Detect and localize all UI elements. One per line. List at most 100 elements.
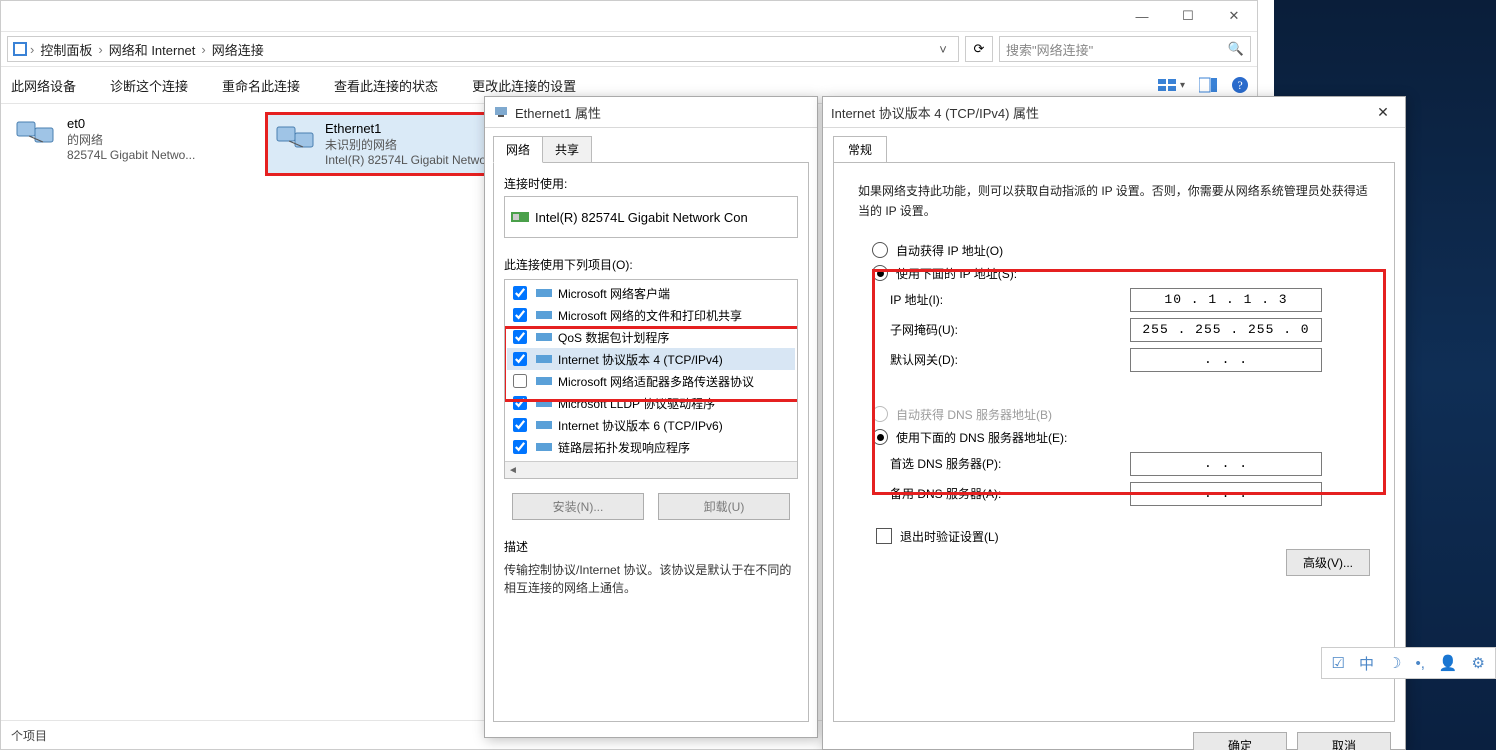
- protocol-item[interactable]: Microsoft 网络的文件和打印机共享: [507, 304, 795, 326]
- ime-lang-icon[interactable]: 中: [1359, 653, 1374, 674]
- protocol-checkbox[interactable]: [513, 308, 527, 322]
- protocol-item[interactable]: Microsoft LLDP 协议驱动程序: [507, 392, 795, 414]
- ime-check-icon[interactable]: ☑: [1332, 654, 1345, 672]
- adapter-item-ethernet1[interactable]: Ethernet1 未识别的网络 Intel(R) 82574L Gigabit…: [265, 112, 505, 176]
- help-button[interactable]: ?: [1231, 76, 1249, 94]
- radio-use-dns[interactable]: 使用下面的 DNS 服务器地址(E):: [872, 429, 1370, 446]
- advanced-button[interactable]: 高级(V)...: [1286, 549, 1370, 576]
- breadcrumb[interactable]: › 控制面板 › 网络和 Internet › 网络连接 ˅: [7, 36, 959, 62]
- protocol-item[interactable]: Microsoft 网络客户端: [507, 282, 795, 304]
- scroll-left-icon: ◄: [505, 465, 521, 476]
- tab-network[interactable]: 网络: [493, 136, 543, 163]
- protocol-icon: [536, 286, 552, 300]
- address-dropdown-icon[interactable]: ˅: [932, 42, 954, 57]
- breadcrumb-network-internet[interactable]: 网络和 Internet: [105, 40, 200, 59]
- cmd-view-status[interactable]: 查看此连接的状态: [332, 72, 440, 99]
- protocol-checkbox[interactable]: [513, 440, 527, 454]
- radio-label: 自动获得 IP 地址(O): [896, 242, 1003, 259]
- ethernet-properties-dialog: Ethernet1 属性 网络 共享 连接时使用: Intel(R) 82574…: [484, 96, 818, 738]
- ip-label: IP 地址(I):: [890, 291, 1130, 308]
- address-row: › 控制面板 › 网络和 Internet › 网络连接 ˅ ⟳ 搜索"网络连接…: [1, 31, 1257, 67]
- cmd-change-settings[interactable]: 更改此连接的设置: [470, 72, 578, 99]
- breadcrumb-sep-icon: ›: [98, 42, 102, 57]
- search-icon: 🔍: [1228, 41, 1244, 57]
- ime-gear-icon[interactable]: ⚙: [1472, 654, 1485, 672]
- radio-use-ip[interactable]: 使用下面的 IP 地址(S):: [872, 265, 1370, 282]
- cancel-button[interactable]: 取消: [1297, 732, 1391, 750]
- preferred-dns-row: 首选 DNS 服务器(P): . . .: [890, 452, 1370, 476]
- dialog-title: Ethernet1 属性: [515, 103, 601, 122]
- subnet-mask-input[interactable]: 255 . 255 . 255 . 0: [1130, 318, 1322, 342]
- protocol-item[interactable]: Internet 协议版本 4 (TCP/IPv4): [507, 348, 795, 370]
- protocol-item[interactable]: Microsoft 网络适配器多路传送器协议: [507, 370, 795, 392]
- search-input[interactable]: 搜索"网络连接" 🔍: [999, 36, 1251, 62]
- horizontal-scrollbar[interactable]: ◄: [505, 461, 797, 478]
- protocol-item[interactable]: QoS 数据包计划程序: [507, 326, 795, 348]
- view-mode-button[interactable]: ▾: [1158, 77, 1185, 93]
- protocol-checkbox[interactable]: [513, 418, 527, 432]
- protocol-item[interactable]: Internet 协议版本 6 (TCP/IPv6): [507, 414, 795, 436]
- adapter-device: 82574L Gigabit Netwo...: [67, 148, 195, 162]
- tabs: 网络 共享: [493, 136, 809, 163]
- dialog-titlebar[interactable]: Internet 协议版本 4 (TCP/IPv4) 属性 ✕: [823, 97, 1405, 128]
- cmd-this-device[interactable]: 此网络设备: [9, 72, 78, 99]
- protocol-list[interactable]: Microsoft 网络客户端 Microsoft 网络的文件和打印机共享 QoS …: [504, 279, 798, 479]
- protocol-label: Internet 协议版本 4 (TCP/IPv4): [558, 351, 723, 368]
- breadcrumb-network-connections[interactable]: 网络连接: [208, 40, 268, 59]
- svg-text:?: ?: [1237, 78, 1242, 92]
- minimize-button[interactable]: —: [1119, 1, 1165, 31]
- adapter-status: 未识别的网络: [325, 136, 496, 153]
- adapter-text: et0 的网络 82574L Gigabit Netwo...: [67, 116, 195, 162]
- protocol-item[interactable]: 链路层拓扑发现响应程序: [507, 436, 795, 458]
- ip-address-input[interactable]: 10 . 1 . 1 . 3: [1130, 288, 1322, 312]
- dns2-label: 备用 DNS 服务器(A):: [890, 485, 1130, 502]
- ime-toolbar[interactable]: ☑ 中 ☽ •, 👤 ⚙: [1321, 647, 1496, 679]
- default-gateway-row: 默认网关(D): . . .: [890, 348, 1370, 372]
- items-label: 此连接使用下列项目(O):: [504, 256, 798, 273]
- protocol-checkbox[interactable]: [513, 330, 527, 344]
- protocol-label: Microsoft 网络的文件和打印机共享: [558, 307, 742, 324]
- radio-auto-ip[interactable]: 自动获得 IP 地址(O): [872, 242, 1370, 259]
- install-button[interactable]: 安装(N)...: [512, 493, 644, 520]
- close-icon: ✕: [1229, 8, 1240, 24]
- protocol-checkbox[interactable]: [513, 286, 527, 300]
- preferred-dns-input[interactable]: . . .: [1130, 452, 1322, 476]
- maximize-button[interactable]: ☐: [1165, 1, 1211, 31]
- adapter-name: Ethernet1: [325, 121, 496, 136]
- breadcrumb-control-panel[interactable]: 控制面板: [36, 40, 96, 59]
- validate-on-exit[interactable]: 退出时验证设置(L): [876, 528, 1370, 545]
- ok-button[interactable]: 确定: [1193, 732, 1287, 750]
- close-button[interactable]: ✕: [1369, 104, 1397, 121]
- preview-pane-button[interactable]: [1199, 77, 1217, 93]
- ime-moon-icon[interactable]: ☽: [1388, 654, 1401, 672]
- adapter-field[interactable]: Intel(R) 82574L Gigabit Network Con: [504, 196, 798, 238]
- protocol-checkbox[interactable]: [513, 352, 527, 366]
- network-adapter-icon: [13, 116, 61, 156]
- ip-address-row: IP 地址(I): 10 . 1 . 1 . 3: [890, 288, 1370, 312]
- protocol-label: Internet 协议版本 6 (TCP/IPv6): [558, 417, 723, 434]
- radio-icon: [872, 265, 888, 281]
- cmd-diagnose[interactable]: 诊断这个连接: [108, 72, 190, 99]
- protocol-icon: [536, 374, 552, 388]
- alternate-dns-input[interactable]: . . .: [1130, 482, 1322, 506]
- tab-body: 如果网络支持此功能，则可以获取自动指派的 IP 设置。否则，你需要从网络系统管理…: [833, 162, 1395, 722]
- dialog-titlebar[interactable]: Ethernet1 属性: [485, 97, 817, 128]
- cmd-rename[interactable]: 重命名此连接: [220, 72, 302, 99]
- adapter-item-ethernet0[interactable]: et0 的网络 82574L Gigabit Netwo...: [9, 112, 257, 166]
- tab-sharing[interactable]: 共享: [542, 136, 592, 163]
- help-icon: ?: [1231, 76, 1249, 94]
- default-gateway-input[interactable]: . . .: [1130, 348, 1322, 372]
- adapter-status: 的网络: [67, 131, 195, 148]
- chevron-down-icon: ▾: [1180, 80, 1185, 91]
- close-button[interactable]: ✕: [1211, 1, 1257, 31]
- minimize-icon: —: [1136, 9, 1149, 24]
- tab-general[interactable]: 常规: [833, 136, 887, 163]
- refresh-button[interactable]: ⟳: [965, 36, 993, 62]
- protocol-checkbox[interactable]: [513, 374, 527, 388]
- mask-label: 子网掩码(U):: [890, 321, 1130, 338]
- protocol-checkbox[interactable]: [513, 396, 527, 410]
- uninstall-button[interactable]: 卸载(U): [658, 493, 790, 520]
- ime-punct-icon[interactable]: •,: [1415, 655, 1424, 672]
- ime-user-icon[interactable]: 👤: [1439, 654, 1458, 672]
- checkbox-icon: [876, 528, 892, 544]
